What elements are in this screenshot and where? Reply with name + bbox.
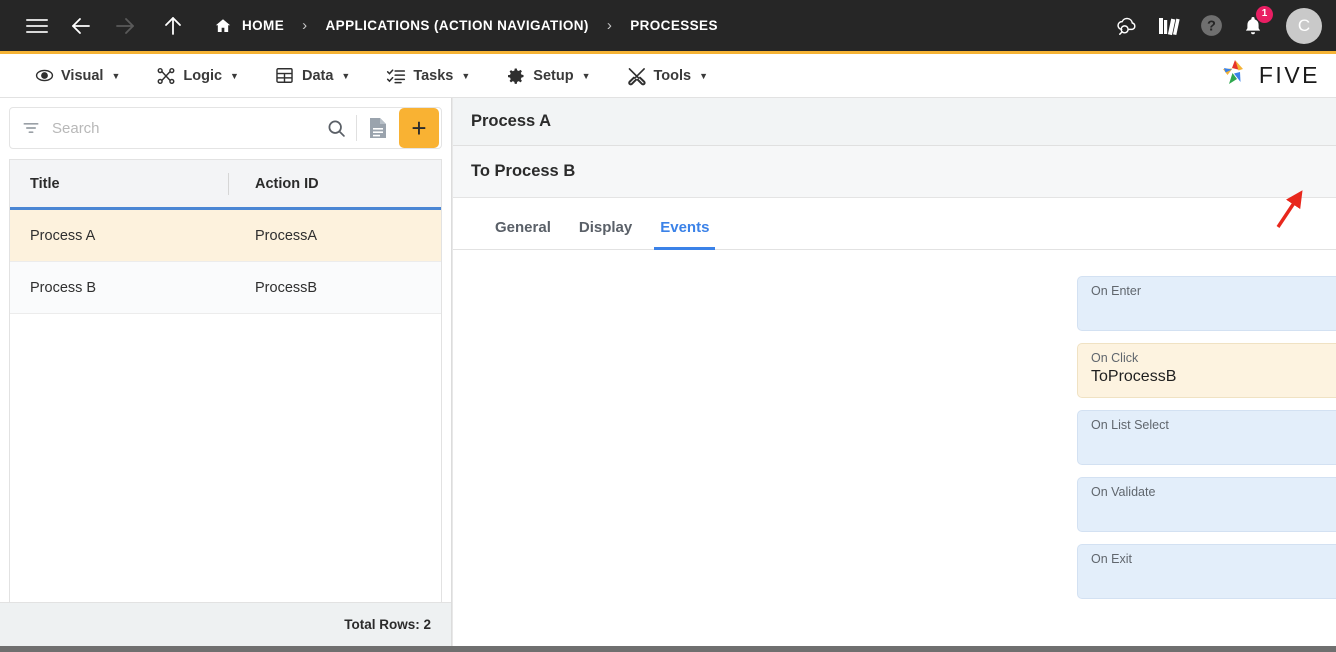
menu-data[interactable]: Data ▼ xyxy=(257,54,368,97)
search-toolbar: + xyxy=(9,107,442,149)
menu-visual[interactable]: Visual ▼ xyxy=(16,54,138,97)
menu-data-label: Data xyxy=(301,67,334,84)
nav-forward-icon[interactable] xyxy=(108,9,142,43)
event-row-on-click: On Click ToProcessB VIEW xyxy=(453,343,1336,398)
menu-tools[interactable]: Tools ▼ xyxy=(609,54,727,97)
menu-tasks[interactable]: Tasks ▼ xyxy=(368,54,488,97)
table-icon xyxy=(275,66,295,86)
chevron-down-icon: ▼ xyxy=(461,70,471,81)
menu-setup[interactable]: Setup ▼ xyxy=(488,54,608,97)
record-title: To Process B xyxy=(471,162,576,180)
search-icon[interactable] xyxy=(316,118,356,139)
page-title: Process A xyxy=(471,112,552,130)
left-list-panel: + Title Action ID Process A ProcessA Pro… xyxy=(0,98,452,646)
column-header-action-id[interactable]: Action ID xyxy=(229,176,441,192)
breadcrumb-separator: › xyxy=(302,17,308,34)
menu-setup-label: Setup xyxy=(533,67,574,84)
tools-icon xyxy=(627,66,647,86)
cell-action-id: ProcessB xyxy=(255,279,318,296)
table-row[interactable]: Process B ProcessB xyxy=(10,262,441,314)
event-value: ToProcessB xyxy=(1091,368,1177,385)
right-detail-panel: Process A To Process B General Display E… xyxy=(452,98,1336,646)
event-row-on-exit: On Exit VIEW xyxy=(453,544,1336,599)
nav-up-icon[interactable] xyxy=(156,9,190,43)
breadcrumb-separator-2: › xyxy=(606,17,613,34)
breadcrumb-item-applications[interactable]: APPLICATIONS (ACTION NAVIGATION) xyxy=(326,18,589,33)
cell-title: Process B xyxy=(30,279,97,296)
detail-tabs: General Display Events xyxy=(453,198,1336,250)
notifications-bell-icon[interactable]: 1 xyxy=(1238,5,1273,41)
total-rows-label: Total Rows: 2 xyxy=(344,617,431,632)
menu-logic-label: Logic xyxy=(183,67,223,84)
chevron-down-icon: ▼ xyxy=(111,70,121,81)
breadcrumb-item-processes[interactable]: PROCESSES xyxy=(630,18,718,33)
chevron-down-icon: ▼ xyxy=(581,70,591,81)
brand-logo: FIVE xyxy=(1219,57,1320,94)
add-record-label: + xyxy=(411,113,427,143)
menu-logic[interactable]: Logic ▼ xyxy=(138,54,257,97)
grid-header-row: Title Action ID xyxy=(10,160,441,210)
user-avatar[interactable]: C xyxy=(1286,7,1322,44)
nav-back-icon[interactable] xyxy=(64,9,98,43)
breadcrumb: HOME › APPLICATIONS (ACTION NAVIGATION) … xyxy=(212,9,718,43)
tab-events[interactable]: Events xyxy=(646,219,723,250)
books-library-icon[interactable] xyxy=(1154,11,1184,41)
help-circle-icon[interactable]: ? xyxy=(1196,11,1226,41)
table-row[interactable]: Process A ProcessA xyxy=(10,210,441,262)
event-row-on-validate: On Validate VIEW xyxy=(453,477,1336,532)
tab-general[interactable]: General xyxy=(481,219,565,249)
event-label: On Click xyxy=(1091,351,1139,365)
menu-tasks-label: Tasks xyxy=(413,67,454,84)
svg-text:?: ? xyxy=(1207,19,1216,35)
breadcrumb-item-home[interactable]: HOME xyxy=(242,18,284,33)
record-subheader: To Process B xyxy=(453,146,1336,198)
document-icon[interactable] xyxy=(357,116,399,140)
top-navigation-bar: HOME › APPLICATIONS (ACTION NAVIGATION) … xyxy=(0,0,1336,54)
event-label: On Validate xyxy=(1091,485,1156,499)
event-row-on-list-select: On List Select VIEW xyxy=(453,410,1336,465)
event-field-on-click[interactable]: On Click ToProcessB xyxy=(1077,343,1336,398)
event-label: On Enter xyxy=(1091,284,1142,298)
cell-title: Process A xyxy=(30,227,96,244)
main-content: + Title Action ID Process A ProcessA Pro… xyxy=(0,98,1336,646)
chevron-down-icon: ▼ xyxy=(341,70,351,81)
menu-visual-label: Visual xyxy=(61,67,104,84)
menu-tools-label: Tools xyxy=(653,67,692,84)
home-icon[interactable] xyxy=(212,9,234,43)
event-label: On List Select xyxy=(1091,418,1169,432)
records-grid: Title Action ID Process A ProcessA Proce… xyxy=(9,159,442,602)
filter-icon[interactable] xyxy=(10,118,52,138)
flow-icon xyxy=(156,66,176,86)
event-label: On Exit xyxy=(1091,552,1132,566)
five-mark-icon xyxy=(1219,57,1253,94)
event-field-on-enter[interactable]: On Enter xyxy=(1077,276,1336,331)
eye-icon xyxy=(34,66,54,86)
top-bar-actions: ? 1 C xyxy=(1112,5,1322,44)
search-input[interactable] xyxy=(52,119,316,137)
notification-badge: 1 xyxy=(1256,5,1273,23)
column-header-title[interactable]: Title xyxy=(10,176,228,192)
event-field-on-exit[interactable]: On Exit xyxy=(1077,544,1336,599)
chevron-down-icon: ▼ xyxy=(699,70,709,81)
application-menu-bar: Visual ▼ Logic ▼ Data ▼ Tasks ▼ Setup ▼ … xyxy=(0,54,1336,98)
bottom-status-strip xyxy=(0,646,1336,652)
add-record-button[interactable]: + xyxy=(399,108,439,148)
tab-display[interactable]: Display xyxy=(565,219,646,249)
events-form: On Enter VIEW xyxy=(453,250,1336,646)
event-field-on-validate[interactable]: On Validate xyxy=(1077,477,1336,532)
event-row-on-enter: On Enter VIEW xyxy=(453,276,1336,331)
cell-action-id: ProcessA xyxy=(255,227,318,244)
cloud-search-icon[interactable] xyxy=(1112,11,1142,41)
chevron-down-icon: ▼ xyxy=(230,70,239,81)
gear-icon xyxy=(506,66,526,86)
checklist-icon xyxy=(386,66,406,86)
detail-header: Process A xyxy=(453,98,1336,146)
brand-name: FIVE xyxy=(1258,62,1320,88)
grid-footer: Total Rows: 2 xyxy=(0,602,451,646)
grid-body: Process A ProcessA Process B ProcessB xyxy=(10,210,441,602)
hamburger-menu-icon[interactable] xyxy=(20,9,54,43)
event-field-on-list-select[interactable]: On List Select xyxy=(1077,410,1336,465)
